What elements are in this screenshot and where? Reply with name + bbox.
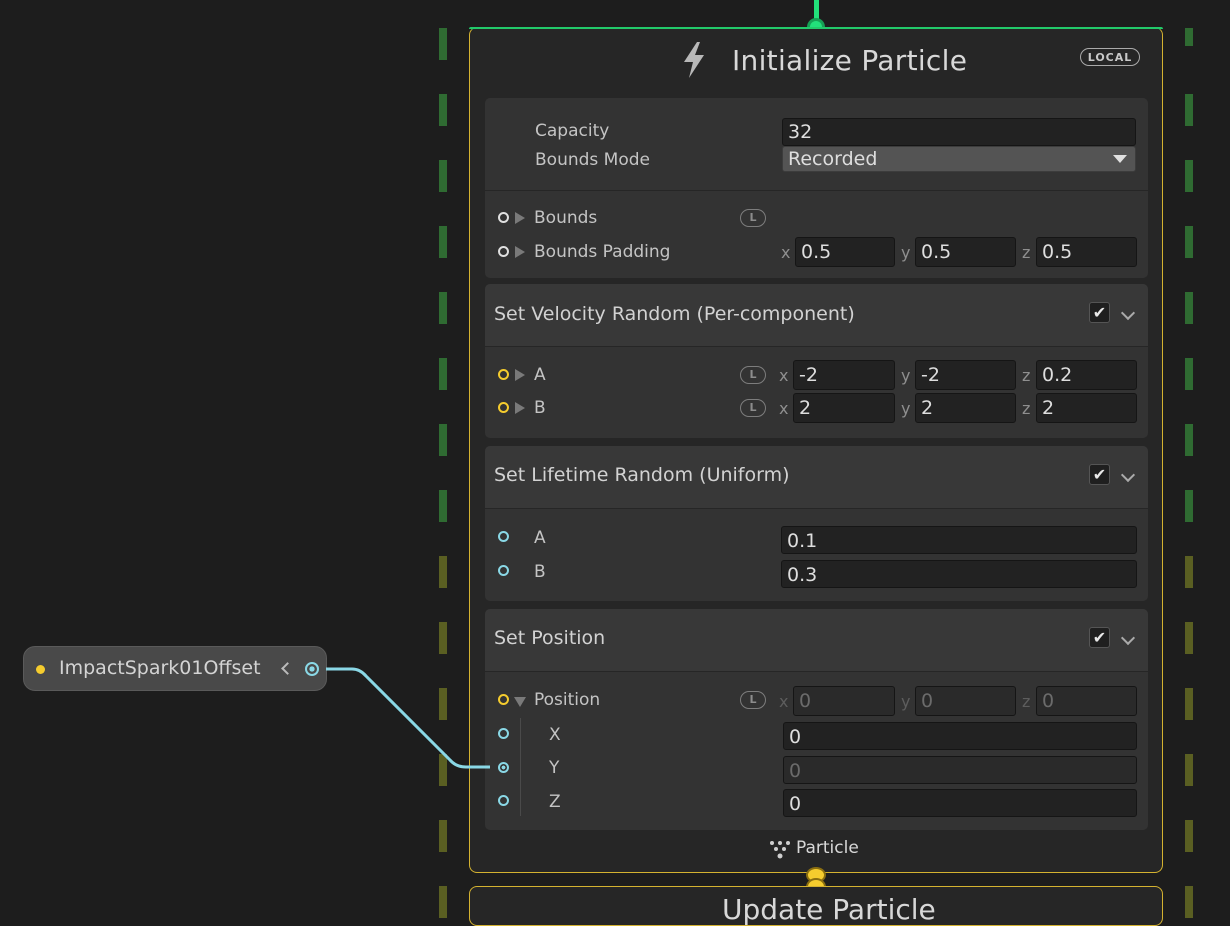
- parameter-link-wire[interactable]: [0, 0, 1230, 910]
